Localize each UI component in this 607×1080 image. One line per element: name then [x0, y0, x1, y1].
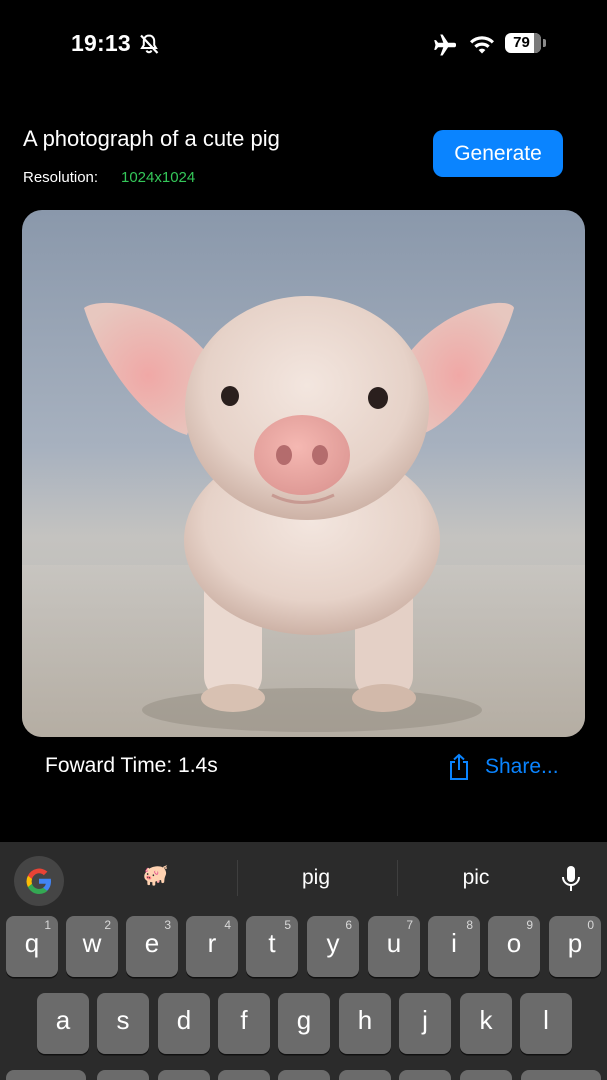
- key-p[interactable]: 0p: [549, 916, 601, 977]
- key-l[interactable]: l: [520, 993, 572, 1054]
- piglet-photo: [22, 296, 585, 737]
- key-i[interactable]: 8i: [428, 916, 480, 977]
- key-w[interactable]: 2w: [66, 916, 118, 977]
- key-row3-1[interactable]: [97, 1070, 149, 1080]
- key-j[interactable]: j: [399, 993, 451, 1054]
- status-bar: 19:13 79: [0, 0, 607, 90]
- key-row3-7[interactable]: [460, 1070, 512, 1080]
- key-s[interactable]: s: [97, 993, 149, 1054]
- share-icon: [450, 753, 468, 780]
- share-button[interactable]: Share...: [447, 752, 559, 782]
- key-t[interactable]: 5t: [246, 916, 298, 977]
- suggestion-pic[interactable]: pic: [436, 866, 516, 890]
- key-q[interactable]: 1q: [6, 916, 58, 977]
- key-y[interactable]: 6y: [307, 916, 359, 977]
- shift-key[interactable]: [6, 1070, 86, 1080]
- app-screen: 19:13 79 A photograph of a cute pig Reso…: [0, 0, 607, 1080]
- key-f[interactable]: f: [218, 993, 270, 1054]
- battery-level: 79: [513, 34, 530, 51]
- delete-key[interactable]: [521, 1070, 601, 1080]
- key-o[interactable]: 9o: [488, 916, 540, 977]
- suggestion-pig[interactable]: pig: [276, 866, 356, 890]
- key-e[interactable]: 3e: [126, 916, 178, 977]
- key-g[interactable]: g: [278, 993, 330, 1054]
- keyboard: 🐖 pig pic 1q 2w 3e 4r 5t 6y 7u 8i 9o 0p …: [0, 842, 607, 1080]
- google-g-icon: [26, 868, 51, 894]
- bell-slash-icon: [140, 34, 159, 54]
- microphone-icon[interactable]: [560, 864, 582, 894]
- generated-image: [22, 210, 585, 737]
- key-u[interactable]: 7u: [368, 916, 420, 977]
- key-a[interactable]: a: [37, 993, 89, 1054]
- key-row3-5[interactable]: [339, 1070, 391, 1080]
- status-time: 19:13: [71, 30, 131, 56]
- suggestion-emoji[interactable]: 🐖: [136, 864, 176, 888]
- key-row3-2[interactable]: [158, 1070, 210, 1080]
- key-r[interactable]: 4r: [186, 916, 238, 977]
- key-d[interactable]: d: [158, 993, 210, 1054]
- generate-button[interactable]: Generate: [433, 130, 563, 177]
- key-row3-4[interactable]: [278, 1070, 330, 1080]
- share-label: Share...: [485, 755, 559, 778]
- resolution-label: Resolution:: [23, 169, 99, 186]
- wifi-icon: [470, 36, 494, 54]
- google-button[interactable]: [14, 856, 64, 906]
- airplane-icon: [434, 34, 456, 56]
- prompt-text: A photograph of a cute pig: [23, 126, 280, 151]
- key-row3-3[interactable]: [218, 1070, 270, 1080]
- resolution-value: 1024x1024: [121, 169, 196, 186]
- battery-indicator: 79: [505, 33, 549, 55]
- key-k[interactable]: k: [460, 993, 512, 1054]
- key-h[interactable]: h: [339, 993, 391, 1054]
- suggestion-bar: 🐖 pig pic: [0, 842, 607, 912]
- key-row3-6[interactable]: [399, 1070, 451, 1080]
- forward-time-label: Foward Time: 1.4s: [45, 754, 218, 777]
